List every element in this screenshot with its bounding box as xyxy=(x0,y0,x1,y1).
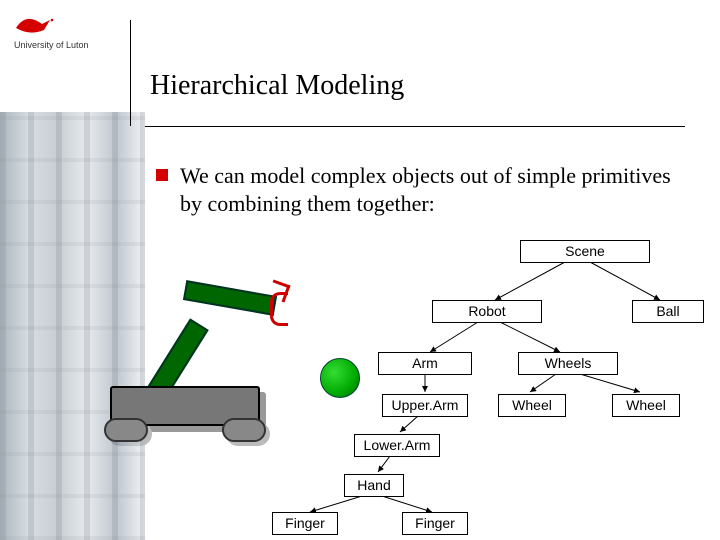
robot-wheel-left-icon xyxy=(104,418,148,442)
title-rule-vertical xyxy=(130,20,131,126)
node-wheels: Wheels xyxy=(518,352,618,375)
node-wheel-left: Wheel xyxy=(498,394,566,417)
bullet-square-icon xyxy=(156,169,168,181)
node-scene: Scene xyxy=(520,240,650,263)
node-ball: Ball xyxy=(632,300,704,323)
node-finger-right: Finger xyxy=(402,512,468,535)
node-wheel-right: Wheel xyxy=(612,394,680,417)
node-lower-arm: Lower.Arm xyxy=(354,434,440,457)
bullet-text: We can model complex objects out of simp… xyxy=(180,162,680,217)
node-upper-arm: Upper.Arm xyxy=(382,394,468,417)
node-finger-left: Finger xyxy=(272,512,338,535)
bullet-row: We can model complex objects out of simp… xyxy=(156,162,680,217)
robot-wheel-right-icon xyxy=(222,418,266,442)
node-robot: Robot xyxy=(432,300,542,323)
node-arm: Arm xyxy=(378,352,472,375)
node-hand: Hand xyxy=(344,474,404,497)
robot-lower-arm-icon xyxy=(183,280,277,316)
robot-illustration xyxy=(110,300,310,480)
logo-text: University of Luton xyxy=(14,40,114,50)
logo: University of Luton xyxy=(14,14,114,50)
slide-title: Hierarchical Modeling xyxy=(150,70,404,102)
title-rule-horizontal xyxy=(145,126,685,127)
ball-icon xyxy=(320,358,360,398)
logo-mark-icon xyxy=(14,14,114,36)
